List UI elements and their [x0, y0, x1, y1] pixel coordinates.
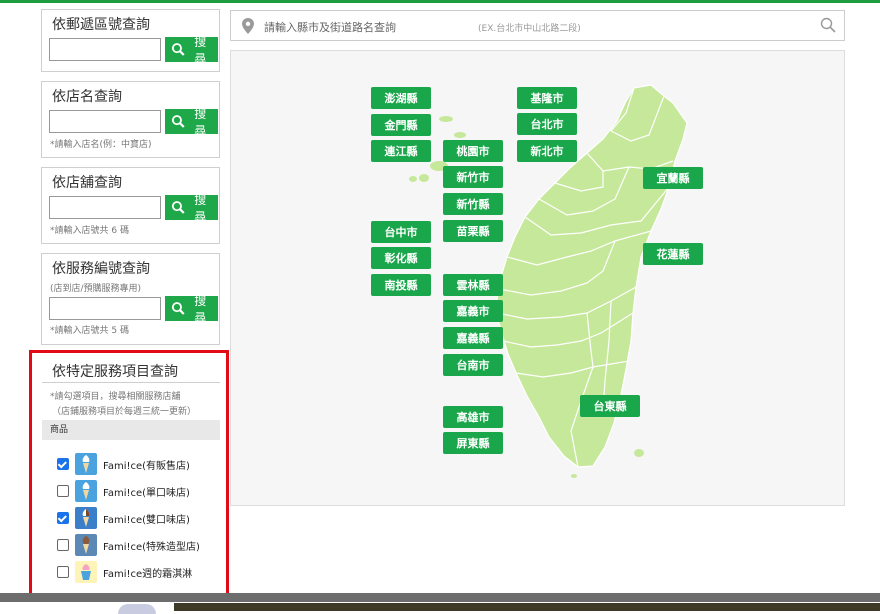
store-name-input[interactable] [49, 110, 161, 133]
region-button-hualien[interactable]: 花蓮縣 [643, 243, 703, 265]
postal-code-search-panel: 依郵遞區號查詢 搜尋 [41, 9, 220, 72]
checkbox-checked[interactable] [57, 512, 69, 524]
region-button-chiayi-city[interactable]: 嘉義市 [443, 300, 503, 322]
button-label: 搜尋 [194, 34, 207, 66]
service-note-line2: （店鋪服務項目於每週三統一更新） [52, 407, 197, 417]
option-label: Fami!ce(單口味店) [103, 487, 190, 499]
service-number-search-button[interactable]: 搜尋 [165, 294, 218, 325]
region-button-hsinchu-county[interactable]: 新竹縣 [443, 193, 503, 215]
option-label: Fami!ce(特殊造型店) [103, 541, 200, 553]
location-pin-icon [242, 18, 254, 34]
special-soft-serve-icon [75, 534, 97, 556]
panel-title: 依店名查詢 [52, 89, 122, 105]
store-number-input[interactable] [49, 196, 161, 219]
region-button-taoyuan[interactable]: 桃園市 [443, 140, 503, 162]
checkbox-unchecked[interactable] [57, 566, 69, 578]
region-button-taichung[interactable]: 台中市 [371, 221, 431, 243]
address-input-placeholder[interactable]: 請輸入縣市及街道路名查詢 [264, 19, 396, 35]
magnifier-icon [171, 302, 185, 315]
taiwan-map-area: 澎湖縣 金門縣 連江縣 基隆市 台北市 新北市 桃園市 新竹市 新竹縣 苗栗縣 … [230, 50, 845, 506]
divider [42, 382, 220, 383]
sundae-cup-icon [75, 561, 97, 583]
footer-logo [118, 604, 156, 614]
panel-subtitle: (店到店/預購服務專用) [50, 284, 142, 294]
button-label: 搜尋 [194, 106, 207, 138]
magnifier-icon [171, 115, 185, 128]
service-number-search-panel: 依服務編號查詢 (店到店/預購服務專用) 搜尋 *請輸入店號共 5 碼 [41, 253, 220, 345]
panel-title: 依特定服務項目查詢 [52, 364, 178, 380]
checkbox-unchecked[interactable] [57, 485, 69, 497]
service-note-line1: *請勾選項目，搜尋相關服務店舖 [50, 392, 181, 402]
category-header: 商品 [42, 420, 220, 440]
checkbox-checked[interactable] [57, 458, 69, 470]
panel-note: *請輸入店名(例：中寶店) [50, 140, 152, 150]
service-option-famice-weekly[interactable]: Fami!ce週的霜淇淋 [57, 560, 192, 584]
region-button-kaohsiung[interactable]: 高雄市 [443, 406, 503, 428]
service-number-input[interactable] [49, 297, 161, 320]
postal-code-search-button[interactable]: 搜尋 [165, 35, 218, 66]
region-button-pingtung[interactable]: 屏東縣 [443, 432, 503, 454]
store-name-search-button[interactable]: 搜尋 [165, 107, 218, 138]
store-number-search-button[interactable]: 搜尋 [165, 193, 218, 224]
search-icon[interactable] [820, 17, 836, 33]
button-label: 搜尋 [194, 293, 207, 325]
service-option-famice-double[interactable]: Fami!ce(雙口味店) [57, 506, 190, 530]
postal-code-input[interactable] [49, 38, 161, 61]
region-button-tainan[interactable]: 台南市 [443, 354, 503, 376]
service-option-famice-special[interactable]: Fami!ce(特殊造型店) [57, 533, 200, 557]
region-button-changhua[interactable]: 彰化縣 [371, 247, 431, 269]
option-label: Fami!ce週的霜淇淋 [103, 568, 193, 580]
panel-title: 依服務編號查詢 [52, 261, 150, 277]
address-search-bar[interactable]: 請輸入縣市及街道路名查詢 (EX.台北市中山北路二段) [230, 10, 845, 41]
region-button-hsinchu-city[interactable]: 新竹市 [443, 166, 503, 188]
region-button-penghu[interactable]: 澎湖縣 [371, 87, 431, 109]
special-service-panel: 依特定服務項目查詢 *請勾選項目，搜尋相關服務店舖 （店鋪服務項目於每週三統一更… [29, 350, 229, 600]
region-button-chiayi-county[interactable]: 嘉義縣 [443, 327, 503, 349]
address-example-hint: (EX.台北市中山北路二段) [478, 24, 581, 34]
service-option-famice-single[interactable]: Fami!ce(單口味店) [57, 479, 190, 503]
option-label: Fami!ce(雙口味店) [103, 514, 190, 526]
service-option-famice-sold[interactable]: Fami!ce(有販售店) [57, 452, 190, 476]
top-accent-line [0, 0, 880, 3]
region-button-keelung[interactable]: 基隆市 [517, 87, 577, 109]
panel-note: *請輸入店號共 6 碼 [50, 226, 129, 236]
footer-banner [174, 603, 880, 611]
store-number-search-panel: 依店舖查詢 搜尋 *請輸入店號共 6 碼 [41, 167, 220, 244]
region-button-kinmen[interactable]: 金門縣 [371, 114, 431, 136]
region-button-miaoli[interactable]: 苗栗縣 [443, 220, 503, 242]
magnifier-icon [171, 201, 185, 214]
region-button-nantou[interactable]: 南投縣 [371, 274, 431, 296]
option-label: Fami!ce(有販售店) [103, 460, 190, 472]
panel-title: 依店舖查詢 [52, 175, 122, 191]
panel-title: 依郵遞區號查詢 [52, 17, 150, 33]
twist-soft-serve-icon [75, 507, 97, 529]
soft-serve-icon [75, 480, 97, 502]
region-button-lienchiang[interactable]: 連江縣 [371, 140, 431, 162]
region-button-yunlin[interactable]: 雲林縣 [443, 274, 503, 296]
panel-note: *請輸入店號共 5 碼 [50, 326, 129, 336]
region-button-taitung[interactable]: 台東縣 [580, 395, 640, 417]
soft-serve-icon [75, 453, 97, 475]
button-label: 搜尋 [194, 192, 207, 224]
footer-divider [0, 593, 880, 602]
store-name-search-panel: 依店名查詢 搜尋 *請輸入店名(例：中寶店) [41, 81, 220, 158]
region-button-taipei[interactable]: 台北市 [517, 113, 577, 135]
checkbox-unchecked[interactable] [57, 539, 69, 551]
magnifier-icon [171, 43, 185, 56]
region-button-new-taipei[interactable]: 新北市 [517, 140, 577, 162]
region-button-yilan[interactable]: 宜蘭縣 [643, 167, 703, 189]
